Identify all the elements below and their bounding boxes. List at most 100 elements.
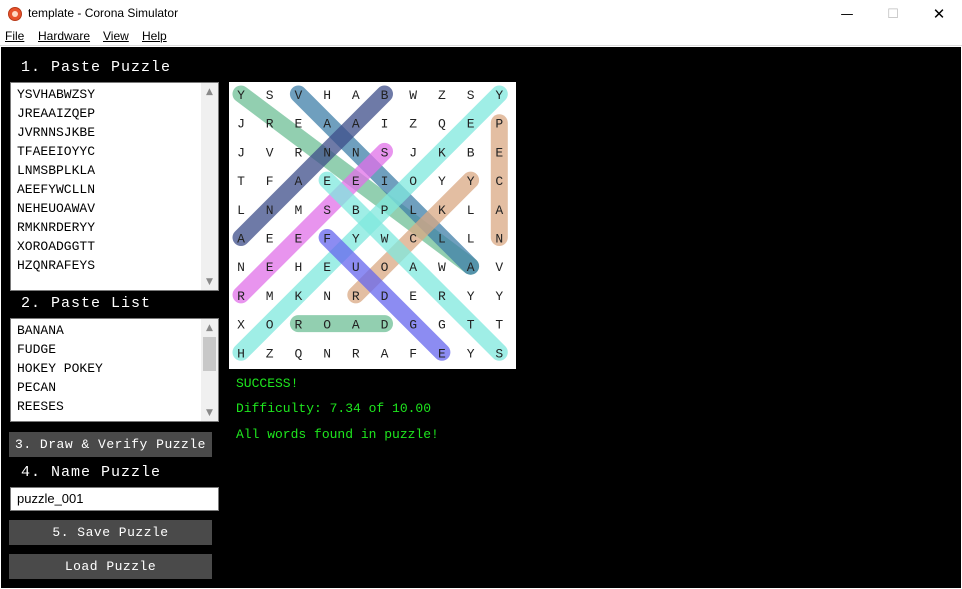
puzzle-text-line: HZQNRAFEYS [17, 258, 96, 273]
grid-letter: U [352, 260, 360, 275]
grid-letter: S [495, 346, 503, 361]
grid-letter: G [438, 318, 446, 333]
grid-letter: Z [266, 346, 274, 361]
grid-letter: Y [467, 346, 475, 361]
scroll-down-icon[interactable]: ▼ [201, 273, 218, 290]
grid-letter: L [409, 203, 417, 218]
grid-letter: R [352, 346, 360, 361]
grid-letter: W [438, 260, 446, 275]
puzzle-board: YSVHABWZSYJREAAIZQEPJVRNNSJKBETFAEEIOYYC… [229, 82, 516, 369]
grid-letter: F [409, 346, 417, 361]
maximize-button[interactable]: ☐ [870, 0, 916, 28]
grid-letter: V [294, 88, 302, 103]
grid-letter: D [381, 318, 389, 333]
grid-letter: B [467, 145, 475, 160]
menu-view[interactable]: View [103, 29, 129, 43]
grid-letter: P [381, 203, 389, 218]
grid-letter: N [495, 232, 503, 247]
grid-letter: H [237, 346, 245, 361]
menu-file[interactable]: File [5, 29, 24, 43]
grid-letter: N [266, 203, 274, 218]
grid-letter: S [381, 145, 389, 160]
puzzle-text-line: YSVHABWZSY [17, 87, 96, 102]
grid-letter: E [323, 174, 331, 189]
puzzle-text-line: JREAAIZQEP [17, 106, 96, 121]
draw-verify-button[interactable]: 3. Draw & Verify Puzzle [9, 432, 212, 457]
grid-letter: V [495, 260, 503, 275]
puzzle-text: YSVHABWZSY JREAAIZQEP JVRNNSJKBE TFAEEIO… [17, 85, 95, 275]
status-success: SUCCESS! [236, 376, 299, 391]
grid-letter: E [266, 232, 274, 247]
word-list-line: HOKEY POKEY [17, 361, 103, 376]
puzzle-grid: Y S V H A B W Z S YJ R E A A I Z Q E PJ V R N N S J K B ET F A E E I O Y Y C… [232, 85, 508, 361]
menu-hardware[interactable]: Hardware [38, 29, 90, 43]
grid-letter: B [352, 203, 360, 218]
grid-letter: Y [237, 88, 245, 103]
grid-letter: J [409, 145, 417, 160]
paste-puzzle-heading: 1. Paste Puzzle [21, 59, 172, 76]
grid-letter: N [237, 260, 245, 275]
puzzle-textbox[interactable]: YSVHABWZSY JREAAIZQEP JVRNNSJKBE TFAEEIO… [10, 82, 219, 291]
close-button[interactable]: ✕ [916, 0, 962, 28]
grid-letter: E [467, 117, 475, 132]
grid-letter: E [294, 117, 302, 132]
grid-letter: A [409, 260, 417, 275]
grid-letter: A [294, 174, 302, 189]
word-list-textbox[interactable]: BANANA FUDGE HOKEY POKEY PECAN REESES ▲ … [10, 318, 219, 422]
scroll-up-icon[interactable]: ▲ [201, 319, 218, 336]
grid-letter: L [467, 203, 475, 218]
puzzle-text-line: LNMSBPLKLA [17, 163, 96, 178]
grid-letter: S [323, 203, 331, 218]
word-list-scrollbar[interactable]: ▲ ▼ [201, 319, 218, 421]
grid-letter: O [323, 318, 331, 333]
grid-letter: T [495, 318, 503, 333]
grid-letter: K [438, 203, 446, 218]
grid-letter: H [323, 88, 331, 103]
grid-letter: A [323, 117, 331, 132]
word-list-line: BANANA [17, 323, 64, 338]
grid-letter: R [294, 145, 302, 160]
grid-letter: E [266, 260, 274, 275]
scroll-thumb[interactable] [203, 337, 216, 371]
grid-letter: C [495, 174, 503, 189]
grid-letter: O [409, 174, 417, 189]
grid-letter: R [237, 289, 245, 304]
grid-letter: C [409, 232, 417, 247]
grid-letter: W [381, 232, 389, 247]
title-bar: template - Corona Simulator — ☐ ✕ [0, 0, 962, 28]
menu-help[interactable]: Help [142, 29, 167, 43]
grid-letter: E [294, 232, 302, 247]
grid-letter: N [323, 145, 331, 160]
grid-letter: R [266, 117, 274, 132]
grid-letter: X [237, 318, 245, 333]
puzzle-name-input[interactable]: puzzle_001 [10, 487, 219, 511]
minimize-button[interactable]: — [824, 0, 870, 28]
grid-letter: Y [467, 174, 475, 189]
grid-letter: G [409, 318, 417, 333]
window-title: template - Corona Simulator [28, 6, 179, 20]
grid-letter: Y [467, 289, 475, 304]
grid-letter: Z [409, 117, 417, 132]
word-list-text: BANANA FUDGE HOKEY POKEY PECAN REESES [17, 321, 103, 416]
word-list-line: FUDGE [17, 342, 57, 357]
grid-letter: Y [495, 88, 503, 103]
grid-letter: S [467, 88, 475, 103]
grid-letter: Y [495, 289, 503, 304]
grid-letter: Y [438, 174, 446, 189]
grid-letter: F [266, 174, 274, 189]
grid-letter: E [352, 174, 360, 189]
scroll-down-icon[interactable]: ▼ [201, 404, 218, 421]
puzzle-text-line: RMKNRDERYY [17, 220, 96, 235]
grid-letter: A [237, 232, 245, 247]
puzzle-text-line: XOROADGGTT [17, 239, 96, 254]
scroll-up-icon[interactable]: ▲ [201, 83, 218, 100]
status-difficulty: Difficulty: 7.34 of 10.00 [236, 401, 432, 416]
grid-letter: N [352, 145, 360, 160]
menu-bar: File Hardware View Help [0, 28, 962, 46]
grid-letter: J [237, 145, 245, 160]
puzzle-text-line: TFAEEIOYYC [17, 144, 96, 159]
load-button[interactable]: Load Puzzle [9, 554, 212, 579]
save-button[interactable]: 5. Save Puzzle [9, 520, 212, 545]
puzzle-scrollbar[interactable]: ▲ ▼ [201, 83, 218, 290]
grid-letter: R [352, 289, 360, 304]
